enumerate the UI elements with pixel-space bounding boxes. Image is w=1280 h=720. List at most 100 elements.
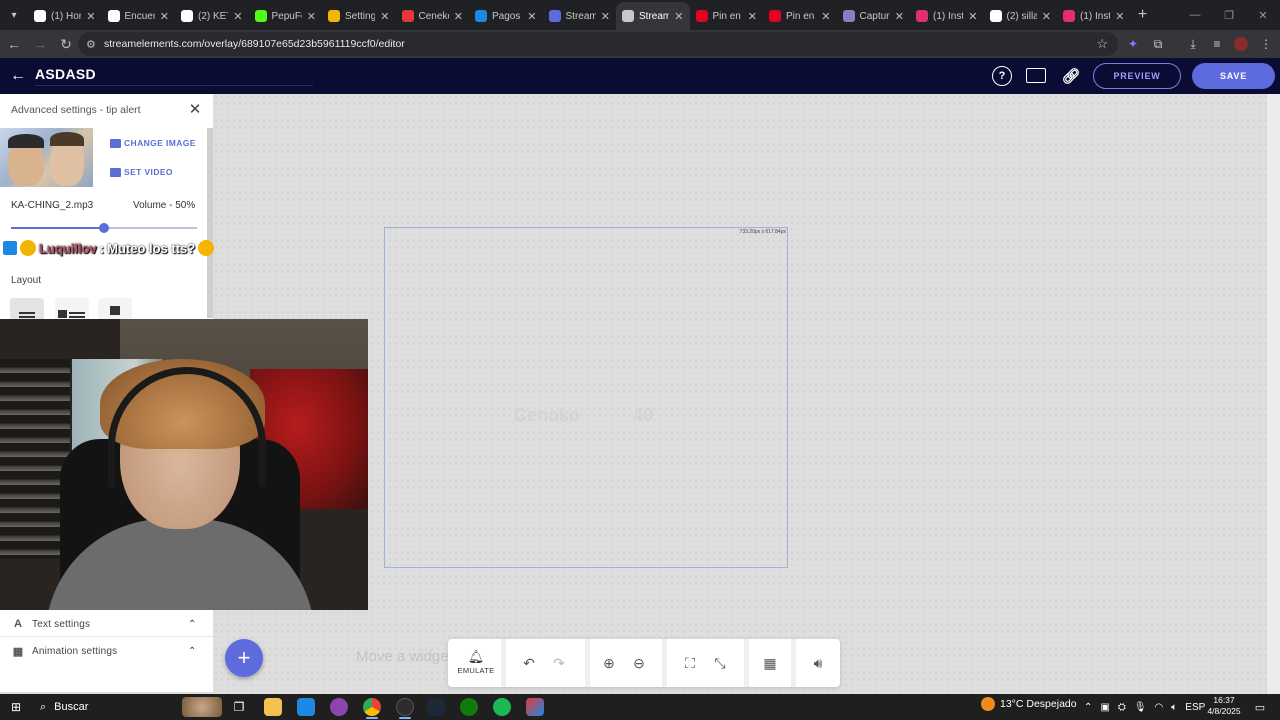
volume-icon[interactable]: 🔊︎ xyxy=(808,653,828,673)
layout-option-image-text[interactable] xyxy=(55,298,89,320)
game-app-icon[interactable] xyxy=(526,698,544,716)
browser-tab[interactable]: PepuFo ✕ xyxy=(249,2,323,30)
site-info-icon[interactable]: ⚙ xyxy=(86,38,102,51)
microphone-icon[interactable]: 🎙︎ xyxy=(1134,702,1147,713)
preview-button[interactable]: PREVIEW xyxy=(1093,63,1181,89)
tab-close-icon[interactable]: ✕ xyxy=(160,10,169,23)
widget-bounding-box[interactable]: 733.20px x 617.84px xyxy=(384,227,788,568)
back-icon[interactable]: ← xyxy=(2,32,26,56)
tab-close-icon[interactable]: ✕ xyxy=(601,10,610,23)
browser-menu-icon[interactable]: ⋮ xyxy=(1255,30,1277,58)
close-icon[interactable]: ✕ xyxy=(186,100,204,118)
tab-close-icon[interactable]: ✕ xyxy=(86,10,95,23)
tab-close-icon[interactable]: ✕ xyxy=(380,10,389,23)
overlay-title[interactable]: ASDASD xyxy=(35,66,96,82)
browser-tab[interactable]: (1) Inst ✕ xyxy=(910,2,984,30)
browser-tab[interactable]: Ceneko ✕ xyxy=(396,2,470,30)
browser-tab[interactable]: Stream ✕ xyxy=(543,2,617,30)
emulate-button[interactable]: 🔔︎ EMULATE xyxy=(454,649,498,679)
browser-tab[interactable]: Pagos c ✕ xyxy=(469,2,543,30)
help-icon[interactable]: ? xyxy=(992,66,1012,86)
browser-tab[interactable]: Stream ✕ xyxy=(616,2,690,30)
close-window-icon[interactable]: ✕ xyxy=(1246,0,1280,30)
taskbar-search[interactable]: ⌕ Buscar xyxy=(34,697,224,717)
microsoft-store-icon[interactable] xyxy=(297,698,315,716)
spotify-icon[interactable] xyxy=(493,698,511,716)
speaker-icon[interactable]: 🔈︎ xyxy=(1171,702,1177,713)
tab-close-icon[interactable]: ✕ xyxy=(454,10,463,23)
back-arrow-icon[interactable]: ← xyxy=(8,66,28,86)
panel-scrollbar[interactable] xyxy=(207,128,213,318)
tab-close-icon[interactable]: ✕ xyxy=(1042,10,1051,23)
tray-app-icon[interactable]: ▣ xyxy=(1100,702,1109,713)
maximize-icon[interactable]: ❐ xyxy=(1212,0,1246,30)
tab-close-icon[interactable]: ✕ xyxy=(895,10,904,23)
sound-file-name[interactable]: KA-CHING_2.mp3 xyxy=(11,200,93,211)
animation-settings-section[interactable]: ▦ Animation settings ⌃ xyxy=(0,638,213,664)
tab-close-icon[interactable]: ✕ xyxy=(821,10,830,23)
tab-close-icon[interactable]: ✕ xyxy=(233,10,242,23)
grid-icon[interactable]: ▦ xyxy=(760,653,780,673)
wifi-icon[interactable]: ◠ xyxy=(1155,702,1164,713)
exit-fullscreen-icon[interactable]: ⤡ xyxy=(710,653,730,673)
browser-tab[interactable]: Encuen ✕ xyxy=(102,2,176,30)
reading-list-icon[interactable]: ≡ xyxy=(1206,30,1228,58)
browser-tab[interactable]: (1) Hom ✕ xyxy=(28,2,102,30)
set-video-button[interactable]: SET VIDEO xyxy=(110,165,173,179)
browser-tab[interactable]: Setting ✕ xyxy=(322,2,396,30)
tray-app-icon[interactable]: ⛭ xyxy=(1118,702,1126,713)
tab-close-icon[interactable]: ✕ xyxy=(968,10,977,23)
new-tab-button[interactable]: + xyxy=(1131,6,1155,24)
obs-icon[interactable] xyxy=(396,698,414,716)
windows-start-icon[interactable]: ⊞ xyxy=(6,697,26,717)
extension-icon[interactable]: ✦ xyxy=(1122,30,1144,58)
tab-close-icon[interactable]: ✕ xyxy=(1115,10,1124,23)
task-view-icon[interactable]: ❐ xyxy=(229,697,249,717)
extensions-puzzle-icon[interactable]: ⧉ xyxy=(1147,30,1169,58)
link-icon[interactable]: 🔗︎ xyxy=(1061,66,1081,86)
tab-close-icon[interactable]: ✕ xyxy=(307,10,316,23)
browser-tab[interactable]: (2) silla ✕ xyxy=(984,2,1058,30)
bookmark-star-icon[interactable]: ☆ xyxy=(1096,36,1108,52)
browser-tab[interactable]: Pin en ! ✕ xyxy=(690,2,764,30)
xbox-icon[interactable] xyxy=(460,698,478,716)
save-button[interactable]: SAVE xyxy=(1192,63,1275,89)
profile-avatar-icon[interactable] xyxy=(1230,30,1252,58)
change-image-button[interactable]: CHANGE IMAGE xyxy=(110,136,196,150)
fullscreen-icon[interactable]: ⛶ xyxy=(680,653,700,673)
taskbar-clock[interactable]: 16:37 4/8/2025 xyxy=(1206,695,1242,717)
browser-tab[interactable]: (1) Inst ✕ xyxy=(1057,2,1131,30)
notifications-icon[interactable]: ▭ xyxy=(1250,697,1270,717)
volume-slider[interactable] xyxy=(11,223,197,233)
zoom-out-icon[interactable]: ⊖ xyxy=(629,653,649,673)
browser-tab[interactable]: Pin en ✕ xyxy=(763,2,837,30)
weather-widget[interactable]: 13°C Despejado xyxy=(981,697,1077,711)
language-indicator[interactable]: ESP xyxy=(1185,702,1205,713)
zoom-in-icon[interactable]: ⊕ xyxy=(599,653,619,673)
tab-close-icon[interactable]: ✕ xyxy=(748,10,757,23)
reload-icon[interactable]: ↻ xyxy=(54,32,78,56)
redo-icon[interactable]: ↷ xyxy=(549,653,569,673)
volume-slider-thumb[interactable] xyxy=(99,223,109,233)
url-input[interactable]: ⚙ streamelements.com/overlay/689107e65d2… xyxy=(78,32,1118,56)
monitor-settings-icon[interactable] xyxy=(1026,68,1046,83)
chevron-up-icon[interactable]: ⌃ xyxy=(1084,702,1092,713)
tab-search-menu-icon[interactable]: ▾ xyxy=(0,0,28,30)
downloads-icon[interactable]: ⤓ xyxy=(1182,30,1204,58)
minimize-icon[interactable]: — xyxy=(1178,0,1212,30)
add-widget-button[interactable]: + xyxy=(225,639,263,677)
tab-close-icon[interactable]: ✕ xyxy=(527,10,536,23)
canvas-scrollbar[interactable] xyxy=(1267,94,1280,694)
chrome-icon[interactable] xyxy=(363,698,381,716)
chevron-up-icon[interactable]: ⌃ xyxy=(188,646,196,657)
layout-option-image[interactable] xyxy=(98,298,132,320)
browser-tab[interactable]: (2) KET ✕ xyxy=(175,2,249,30)
text-settings-section[interactable]: A Text settings ⌃ xyxy=(0,611,213,637)
file-explorer-icon[interactable] xyxy=(264,698,282,716)
chevron-up-icon[interactable]: ⌃ xyxy=(188,619,196,630)
undo-icon[interactable]: ↶ xyxy=(519,653,539,673)
forward-icon[interactable]: → xyxy=(28,32,52,56)
tab-close-icon[interactable]: ✕ xyxy=(674,10,683,23)
browser-tab[interactable]: Captur ✕ xyxy=(837,2,911,30)
layout-option-text[interactable] xyxy=(10,298,44,320)
